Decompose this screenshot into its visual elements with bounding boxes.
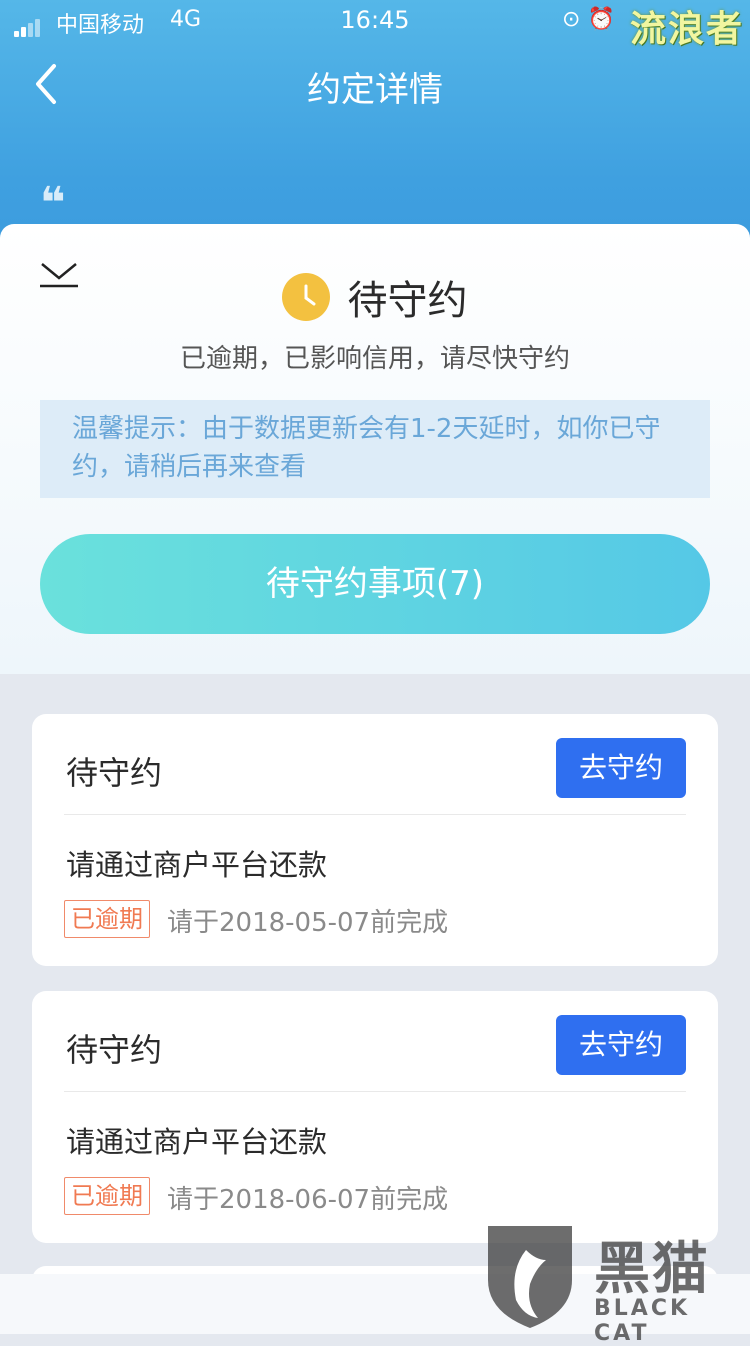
quote-icon: ❝ [40,178,66,229]
status-title: 待守约 [347,278,468,324]
pending-items-button[interactable]: 待守约事项(7) [40,534,710,634]
due-date: 请于2018-05-07前完成 [167,908,449,938]
card-title: 待守约 [66,754,163,792]
pending-card: 待守约 去守约 请通过商户平台还款 已逾期 请于2018-06-07前完成 [32,991,718,1243]
card-divider [64,814,686,815]
status-bar: 中国移动 4G 16:45 ⊙ ⏰ 流浪者 [0,0,750,50]
due-date: 请于2018-06-07前完成 [167,1185,449,1215]
overdue-badge: 已逾期 [64,1177,150,1215]
fulfill-button[interactable]: 去守约 [556,738,686,798]
watermark-text: 黑猫 [594,1237,710,1302]
black-cat-logo-icon [480,1220,580,1330]
clock-icon [282,273,331,321]
card-description: 请通过商户平台还款 [66,848,328,882]
rotation-lock-icon: ⊙ [562,7,581,32]
overdue-badge: 已逾期 [64,900,150,938]
watermark-subtext: BLACK CAT [594,1296,691,1346]
alarm-icon: ⏰ [587,7,615,32]
tip-notice: 温馨提示：由于数据更新会有1-2天延时，如你已守约，请稍后再来查看 [40,400,710,498]
pending-card: 待守约 去守约 请通过商户平台还款 已逾期 请于2018-05-07前完成 [32,714,718,966]
status-header: 待守约 [0,268,750,324]
card-divider [64,1091,686,1092]
watermark-top: 流浪者 [629,9,744,50]
card-description: 请通过商户平台还款 [66,1125,328,1159]
card-title: 待守约 [66,1031,163,1069]
status-icons: ⊙ ⏰ [562,7,615,32]
status-subtitle: 已逾期，已影响信用，请尽快守约 [179,344,570,374]
fulfill-button[interactable]: 去守约 [556,1015,686,1075]
status-panel: 待守约 已逾期，已影响信用，请尽快守约 温馨提示：由于数据更新会有1-2天延时，… [0,224,750,674]
page-title: 约定详情 [307,70,443,110]
